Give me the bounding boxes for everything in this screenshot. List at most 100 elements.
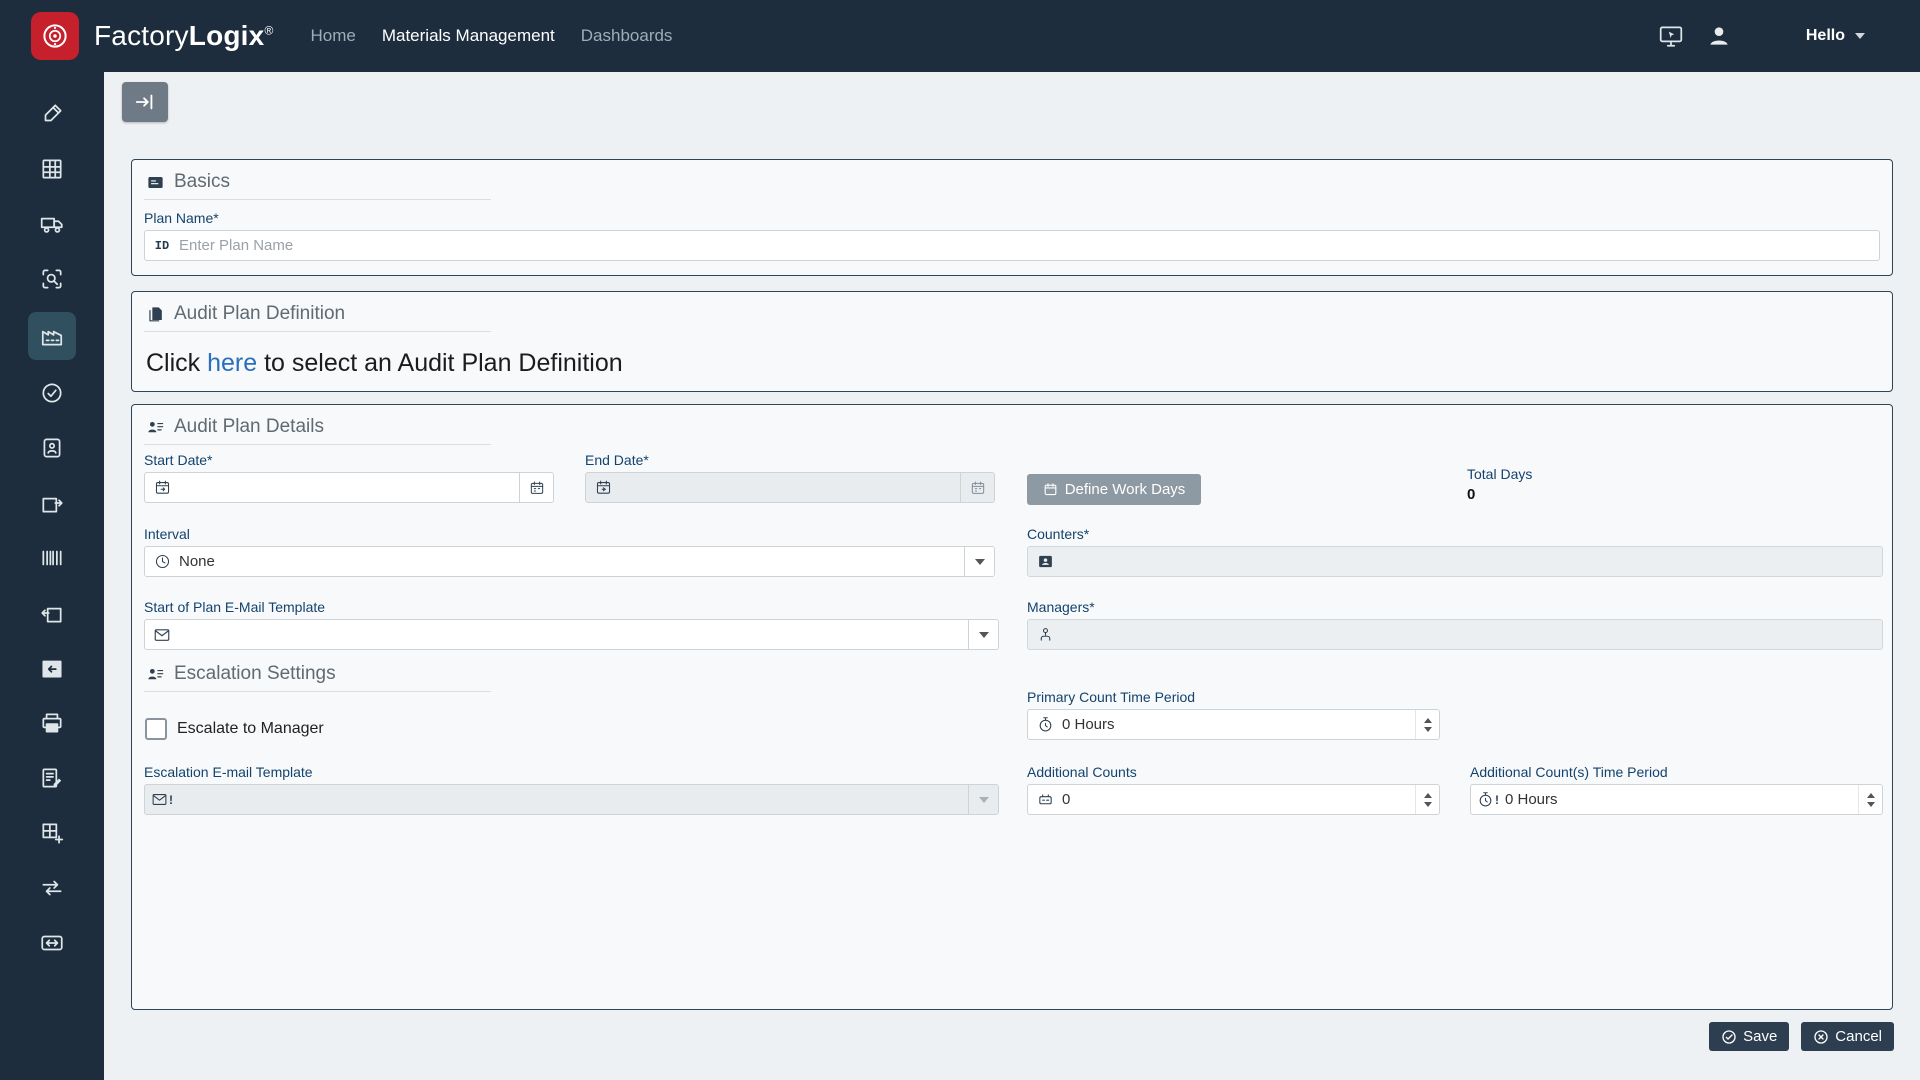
plan-name-input[interactable] <box>179 231 1879 260</box>
sidebar-item-grid-add[interactable] <box>28 811 76 855</box>
interval-caret-button[interactable] <box>964 547 994 576</box>
sidebar-item-transfer[interactable] <box>28 866 76 910</box>
additional-time-input[interactable] <box>1505 785 1858 814</box>
start-date-group: Start Date* <box>144 452 554 503</box>
transfer-icon <box>39 875 65 901</box>
sidebar-item-printer[interactable] <box>28 701 76 745</box>
x-circle-icon <box>1813 1029 1829 1045</box>
box-arrow-out-icon <box>39 490 65 516</box>
select-definition-link[interactable]: here <box>207 349 257 377</box>
cancel-button[interactable]: Cancel <box>1801 1022 1894 1051</box>
managers-input[interactable] <box>1062 620 1882 649</box>
primary-count-input[interactable] <box>1062 710 1415 739</box>
audit-plan-details-panel: Audit Plan Details Start Date* End Date* <box>131 404 1893 1010</box>
details-header: Audit Plan Details <box>144 405 491 445</box>
escalation-settings-title: Escalation Settings <box>174 663 336 685</box>
calendar-icon <box>1043 482 1058 497</box>
user-menu[interactable]: Hello <box>1806 27 1865 45</box>
user-icon[interactable] <box>1704 21 1734 51</box>
managers-label: Managers* <box>1027 599 1883 615</box>
nav-link-materials-management[interactable]: Materials Management <box>382 26 555 46</box>
plan-name-label: Plan Name* <box>144 210 1880 226</box>
end-date-label: End Date* <box>585 452 995 468</box>
end-date-picker-button[interactable] <box>960 473 994 502</box>
start-date-picker-button[interactable] <box>519 473 553 502</box>
additional-counts-spinner[interactable] <box>1415 785 1439 814</box>
brand-name: FactoryLogix® <box>94 20 273 52</box>
primary-count-spinner[interactable] <box>1415 710 1439 739</box>
managers-group: Managers* <box>1027 599 1883 650</box>
total-days-group: Total Days 0 <box>1467 466 1532 503</box>
table-icon <box>39 156 65 182</box>
interval-label: Interval <box>144 526 995 542</box>
navbar-right: Hello <box>1638 21 1920 51</box>
counters-input[interactable] <box>1062 547 1882 576</box>
escalate-checkbox[interactable] <box>145 718 167 740</box>
start-date-input[interactable] <box>179 473 519 502</box>
spinner-up-icon[interactable] <box>1424 793 1432 798</box>
check-circle-icon <box>1721 1029 1737 1045</box>
define-work-days-label: Define Work Days <box>1065 481 1186 498</box>
additional-counts-label: Additional Counts <box>1027 764 1440 780</box>
spinner-up-icon[interactable] <box>1424 718 1432 723</box>
spinner-down-icon[interactable] <box>1424 802 1432 807</box>
spinner-down-icon[interactable] <box>1867 802 1875 807</box>
additional-time-field: ! <box>1470 784 1883 815</box>
sidebar-item-truck[interactable] <box>28 202 76 246</box>
sidebar-item-contact-book[interactable] <box>28 426 76 470</box>
sidebar-item-document-edit[interactable] <box>28 756 76 800</box>
nav-link-dashboards[interactable]: Dashboards <box>581 26 673 46</box>
escalation-email-caret-button[interactable] <box>968 785 998 814</box>
collapse-panel-button[interactable] <box>122 82 168 122</box>
left-sidebar <box>0 72 104 1080</box>
counters-label: Counters* <box>1027 526 1883 542</box>
escalate-checkbox-label: Escalate to Manager <box>177 720 324 738</box>
grid-add-icon <box>39 820 65 846</box>
sidebar-item-box-arrow-in[interactable] <box>28 591 76 635</box>
definition-instruction: Click here to select an Audit Plan Defin… <box>132 332 1892 378</box>
interval-select[interactable]: None <box>144 546 995 577</box>
end-date-input[interactable] <box>620 473 960 502</box>
main-nav: Home Materials Management Dashboards <box>310 26 672 46</box>
counters-field <box>1027 546 1883 577</box>
definition-header: Audit Plan Definition <box>144 292 491 332</box>
primary-count-group: Primary Count Time Period <box>1027 689 1440 740</box>
sidebar-item-pencil[interactable] <box>28 92 76 136</box>
sidebar-item-box-arrow-out[interactable] <box>28 481 76 525</box>
spinner-down-icon[interactable] <box>1424 727 1432 732</box>
chevron-down-icon <box>979 632 989 638</box>
chevron-down-icon <box>1855 33 1865 39</box>
sidebar-item-check-circle[interactable] <box>28 371 76 415</box>
escalate-to-manager-row[interactable]: Escalate to Manager <box>145 718 324 740</box>
sidebar-item-barcode[interactable] <box>28 536 76 580</box>
sidebar-item-scan-search[interactable] <box>28 257 76 301</box>
counter-icon <box>1028 791 1062 808</box>
definition-text-suffix: to select an Audit Plan Definition <box>257 349 623 377</box>
additional-time-group: Additional Count(s) Time Period ! <box>1470 764 1883 815</box>
calendar-start-icon <box>145 479 179 496</box>
sidebar-item-range-select[interactable] <box>28 921 76 965</box>
save-button-label: Save <box>1743 1028 1777 1045</box>
person-list-icon <box>146 418 165 437</box>
start-email-caret-button[interactable] <box>968 620 998 649</box>
range-select-icon <box>39 930 65 956</box>
managers-field <box>1027 619 1883 650</box>
cancel-button-label: Cancel <box>1835 1028 1882 1045</box>
spinner-up-icon[interactable] <box>1867 793 1875 798</box>
nav-link-home[interactable]: Home <box>310 26 355 46</box>
sidebar-item-box-return[interactable] <box>28 646 76 690</box>
start-email-template-select[interactable] <box>144 619 999 650</box>
pencil-icon <box>39 101 65 127</box>
define-work-days-button[interactable]: Define Work Days <box>1027 474 1201 505</box>
stopwatch-alert-icon: ! <box>1471 791 1505 808</box>
display-icon[interactable] <box>1656 21 1686 51</box>
escalation-email-template-select: ! <box>144 784 999 815</box>
sidebar-item-table[interactable] <box>28 147 76 191</box>
sidebar-item-factory[interactable] <box>28 312 76 360</box>
check-circle-icon <box>39 380 65 406</box>
additional-counts-input[interactable] <box>1062 785 1415 814</box>
definition-title: Audit Plan Definition <box>174 303 345 325</box>
additional-time-spinner[interactable] <box>1858 785 1882 814</box>
save-button[interactable]: Save <box>1709 1022 1789 1051</box>
envelope-icon <box>145 626 179 644</box>
